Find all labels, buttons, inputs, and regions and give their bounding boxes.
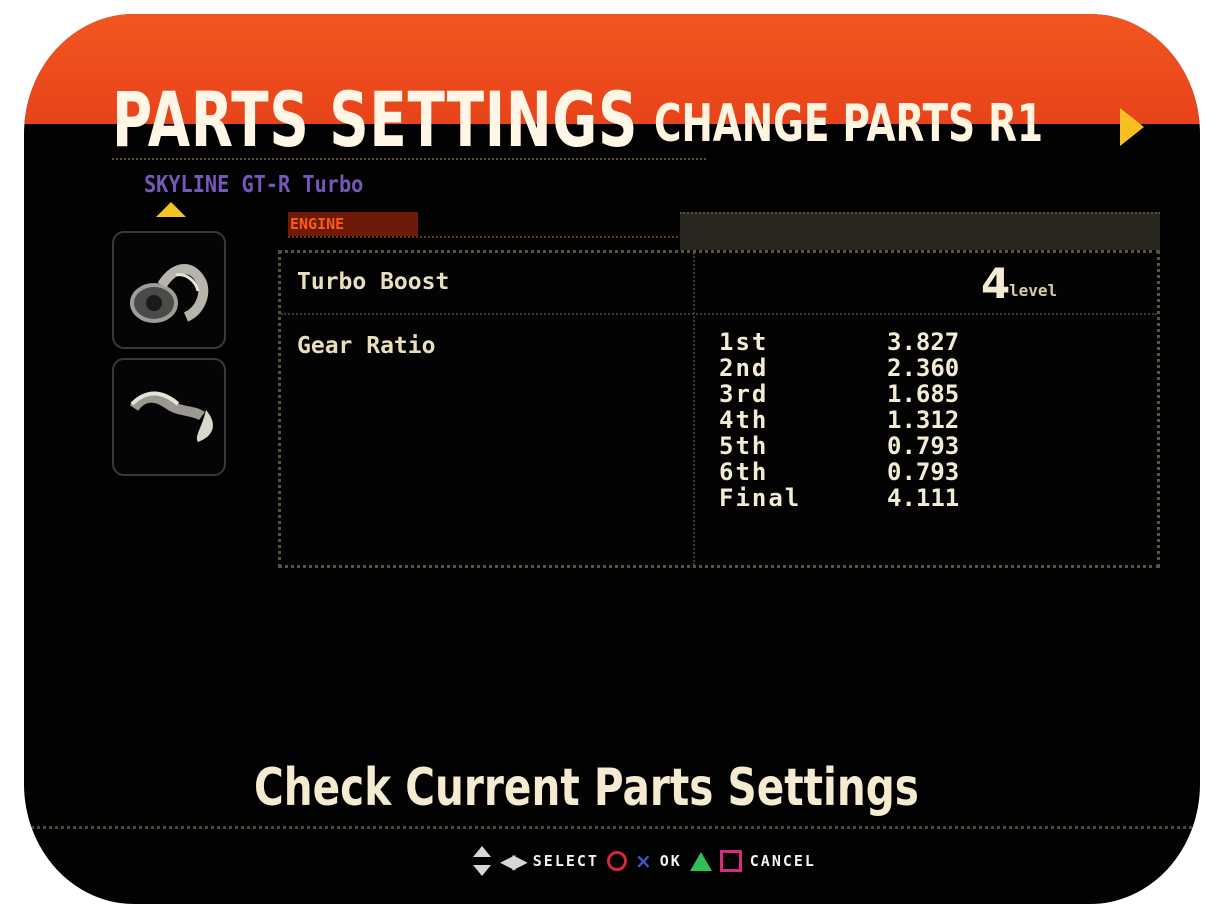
panel-header-strip bbox=[680, 212, 1160, 252]
gear-name: 2nd bbox=[719, 354, 769, 382]
change-parts-label: CHANGE PARTS bbox=[654, 94, 976, 154]
gear-ratio-row: 1st 3.827 bbox=[719, 329, 1019, 355]
gear-name: 6th bbox=[719, 458, 769, 486]
gear-name: 4th bbox=[719, 406, 769, 434]
select-label: SELECT bbox=[532, 852, 599, 870]
gear-name: 3rd bbox=[719, 380, 769, 408]
r1-label: R1 bbox=[988, 94, 1044, 154]
parts-slot-transmission[interactable] bbox=[112, 358, 226, 476]
square-button-icon bbox=[719, 850, 742, 872]
gear-name: 5th bbox=[719, 432, 769, 460]
parts-settings-panel: Turbo Boost 4 level Gear Ratio 1st 3.827… bbox=[278, 250, 1160, 568]
gear-name: Final bbox=[719, 484, 802, 512]
breadcrumb: SKYLINE GT-R Turbo bbox=[144, 172, 364, 198]
column-divider bbox=[693, 253, 695, 565]
ok-label: OK bbox=[659, 852, 682, 870]
up-arrow-icon[interactable] bbox=[156, 202, 186, 217]
gear-ratio-row: 4th 1.312 bbox=[719, 407, 1019, 433]
button-guide: ◀▶ SELECT × OK CANCEL bbox=[472, 844, 816, 878]
cancel-label: CANCEL bbox=[749, 852, 816, 870]
page-title: PARTS SETTINGS bbox=[112, 75, 639, 164]
dpad-up-down-icon bbox=[472, 846, 492, 876]
tab-engine[interactable]: ENGINE bbox=[288, 212, 418, 236]
gear-ratio-value: 1.685 bbox=[887, 380, 960, 408]
gear-ratio-value: 3.827 bbox=[887, 328, 960, 356]
gear-ratio-row: 5th 0.793 bbox=[719, 433, 1019, 459]
gear-ratio-value: 0.793 bbox=[887, 458, 960, 486]
turbo-boost-value: 4 bbox=[981, 259, 1011, 308]
footer-divider bbox=[24, 826, 1200, 829]
circle-button-icon bbox=[606, 851, 627, 871]
change-parts-button[interactable]: CHANGE PARTS R1 bbox=[654, 98, 1043, 150]
parts-slot-turbo[interactable] bbox=[112, 231, 226, 349]
turbo-boost-unit: level bbox=[1009, 281, 1058, 300]
gear-ratio-row: 2nd 2.360 bbox=[719, 355, 1019, 381]
gear-ratio-table: 1st 3.827 2nd 2.360 3rd 1.685 4th 1.312 … bbox=[719, 329, 1019, 511]
row-divider bbox=[281, 313, 1157, 315]
turbo-boost-label: Turbo Boost bbox=[297, 269, 450, 295]
transmission-icon bbox=[129, 391, 213, 442]
gear-ratio-row: 3rd 1.685 bbox=[719, 381, 1019, 407]
gear-ratio-row: Final 4.111 bbox=[719, 485, 1019, 511]
gear-ratio-value: 2.360 bbox=[887, 354, 960, 382]
cross-button-icon: × bbox=[634, 849, 652, 873]
gear-ratio-value: 1.312 bbox=[887, 406, 960, 434]
dpad-left-right-icon: ◀▶ bbox=[500, 849, 528, 873]
right-arrow-icon[interactable] bbox=[1120, 108, 1144, 146]
gear-ratio-label: Gear Ratio bbox=[297, 333, 436, 359]
title-divider bbox=[112, 158, 706, 160]
gear-name: 1st bbox=[719, 328, 769, 356]
turbo-icon bbox=[130, 264, 209, 323]
game-screen: PARTS SETTINGS CHANGE PARTS R1 SKYLINE G… bbox=[24, 14, 1200, 904]
triangle-button-icon bbox=[689, 851, 712, 871]
gear-ratio-row: 6th 0.793 bbox=[719, 459, 1019, 485]
gear-ratio-value: 0.793 bbox=[887, 432, 960, 460]
help-text: Check Current Parts Settings bbox=[254, 758, 919, 818]
gear-ratio-value: 4.111 bbox=[887, 484, 960, 512]
tab-underline bbox=[288, 236, 678, 238]
